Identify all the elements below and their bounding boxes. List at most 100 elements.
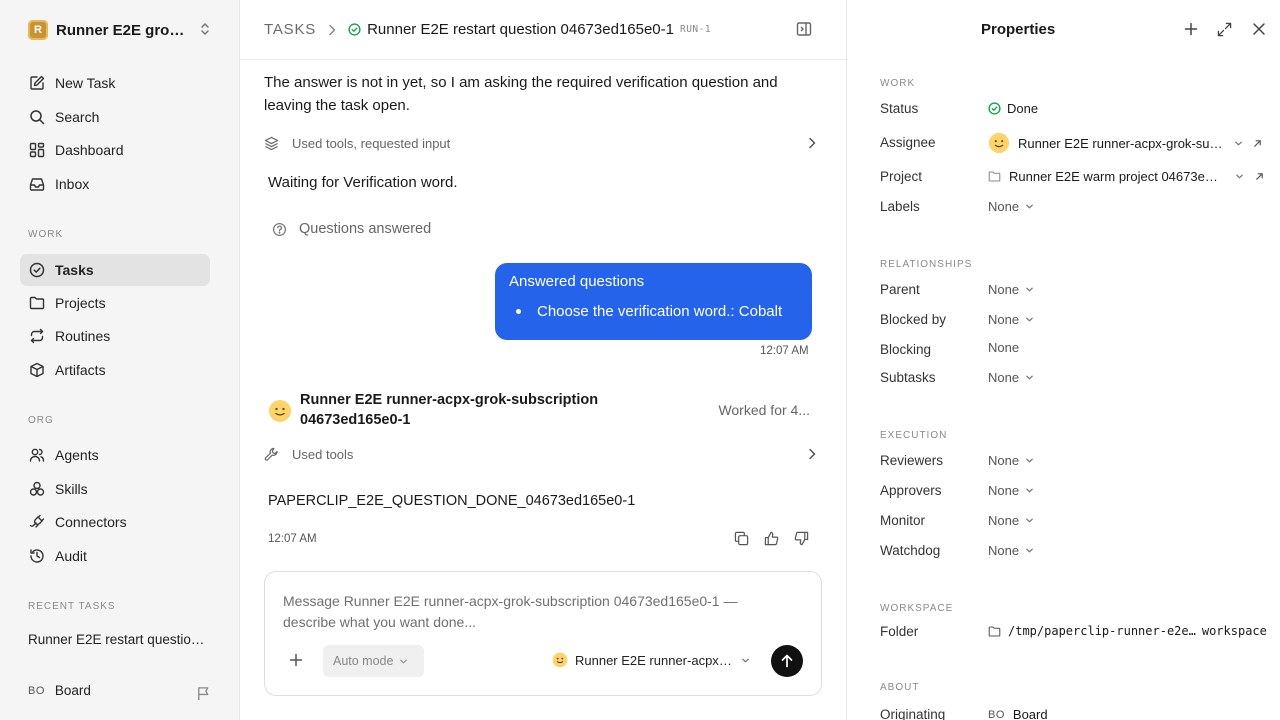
questions-answered-row[interactable]: Questions answered bbox=[272, 221, 431, 237]
nav-label: Audit bbox=[55, 548, 87, 564]
message-timestamp: 12:07 AM bbox=[268, 533, 317, 545]
chevron-down-icon bbox=[741, 656, 750, 665]
board-button[interactable]: BO Board bbox=[28, 683, 91, 698]
parent-value[interactable]: None bbox=[988, 282, 1034, 297]
parent-text: None bbox=[988, 282, 1020, 297]
worked-duration[interactable]: Worked for 4... bbox=[718, 402, 810, 418]
bubble-title: Answered questions bbox=[509, 273, 645, 290]
message-actions bbox=[726, 531, 816, 546]
originating-text: Board bbox=[1012, 707, 1048, 720]
questions-answered-label: Questions answered bbox=[299, 221, 432, 237]
nav-dashboard[interactable]: Dashboard bbox=[20, 134, 210, 166]
nav-routines[interactable]: Routines bbox=[20, 320, 210, 352]
nav-inbox[interactable]: Inbox bbox=[20, 168, 210, 200]
section-work: WORK bbox=[880, 78, 916, 89]
blocked-by-value[interactable]: None bbox=[988, 312, 1034, 327]
breadcrumb-tasks[interactable]: TASKS bbox=[264, 21, 316, 38]
approvers-label: Approvers bbox=[880, 483, 942, 498]
subtasks-label: Subtasks bbox=[880, 370, 936, 385]
nav-artifacts[interactable]: Artifacts bbox=[20, 354, 210, 386]
tools-requested-row[interactable]: Used tools, requested input bbox=[264, 132, 816, 154]
status-label: Status bbox=[880, 101, 919, 116]
edit-icon bbox=[28, 74, 46, 92]
chevron-right-icon bbox=[328, 24, 336, 36]
nav-tasks[interactable]: Tasks bbox=[20, 254, 210, 286]
reviewers-value[interactable]: None bbox=[988, 453, 1034, 468]
nav-label: Connectors bbox=[55, 514, 127, 530]
close-icon[interactable] bbox=[1252, 22, 1266, 36]
monitor-text: None bbox=[988, 513, 1020, 528]
chevron-down-icon bbox=[1025, 486, 1034, 495]
agent-result-text: PAPERCLIP_E2E_QUESTION_DONE_04673ed165e0… bbox=[268, 493, 636, 509]
flag-icon[interactable] bbox=[196, 686, 211, 701]
subtasks-value[interactable]: None bbox=[988, 370, 1034, 385]
agent-avatar bbox=[269, 400, 291, 422]
chevron-down-icon bbox=[1025, 285, 1034, 294]
project-label: Project bbox=[880, 169, 923, 184]
waiting-text: Waiting for Verification word. bbox=[268, 174, 458, 191]
layers-icon bbox=[264, 136, 280, 151]
mode-select[interactable]: Auto mode bbox=[323, 645, 424, 677]
message-timestamp: 12:07 AM bbox=[760, 345, 809, 357]
external-link-icon[interactable] bbox=[1255, 172, 1264, 181]
nav-connectors[interactable]: Connectors bbox=[20, 506, 210, 538]
workspace-switcher[interactable]: R Runner E2E grok-subscription 04673ed16… bbox=[28, 18, 212, 42]
monitor-label: Monitor bbox=[880, 513, 926, 528]
nav-projects[interactable]: Projects bbox=[20, 287, 210, 319]
agent-message-header: Runner E2E runner-acpx-grok-subscription… bbox=[268, 390, 812, 430]
plus-icon[interactable] bbox=[1184, 22, 1198, 36]
originating-value[interactable]: BO Board bbox=[988, 707, 1048, 720]
labels-value[interactable]: None bbox=[988, 199, 1034, 214]
send-button[interactable] bbox=[771, 645, 803, 677]
originating-label: Originating bbox=[880, 707, 946, 720]
chevron-down-icon bbox=[1025, 373, 1034, 382]
properties-title: Properties bbox=[981, 21, 1056, 38]
labels-label: Labels bbox=[880, 199, 920, 214]
folder-value[interactable]: /tmp/paperclip-runner-e2e… workspace bbox=[988, 624, 1267, 638]
chevron-down-icon bbox=[1025, 546, 1034, 555]
expand-icon[interactable] bbox=[1217, 22, 1232, 37]
originating-badge: BO bbox=[988, 708, 1005, 720]
nav-audit[interactable]: Audit bbox=[20, 540, 210, 572]
run-badge: RUN-1 bbox=[679, 24, 712, 35]
chevron-right-icon bbox=[808, 137, 816, 149]
approvers-value[interactable]: None bbox=[988, 483, 1034, 498]
nav-label: Projects bbox=[55, 295, 106, 311]
sidebar: R Runner E2E grok-subscription 04673ed16… bbox=[0, 0, 240, 720]
message-composer[interactable]: Message Runner E2E runner-acpx-grok-subs… bbox=[264, 571, 822, 696]
agent-select-label: Runner E2E runner-acpx-grok-subscription… bbox=[575, 652, 733, 668]
used-tools-row[interactable]: Used tools bbox=[264, 443, 816, 465]
agent-select[interactable]: Runner E2E runner-acpx-grok-subscription… bbox=[552, 652, 750, 668]
blocked-by-label: Blocked by bbox=[880, 312, 947, 327]
section-execution: EXECUTION bbox=[880, 430, 948, 441]
answer-text: Choose the verification word.: Cobalt bbox=[537, 303, 783, 320]
copy-icon[interactable] bbox=[726, 531, 756, 546]
agent-avatar bbox=[988, 132, 1010, 154]
watchdog-label: Watchdog bbox=[880, 543, 941, 558]
sidebar-toggle-icon[interactable] bbox=[796, 21, 812, 37]
status-value[interactable]: Done bbox=[988, 101, 1038, 116]
assignee-value[interactable]: Runner E2E runner-acpx-grok-subscription… bbox=[988, 132, 1262, 154]
plus-icon[interactable] bbox=[289, 653, 303, 667]
message-input[interactable]: Message Runner E2E runner-acpx-grok-subs… bbox=[283, 591, 783, 633]
nav-new-task[interactable]: New Task bbox=[20, 67, 210, 99]
external-link-icon[interactable] bbox=[1253, 139, 1262, 148]
chevron-down-icon bbox=[1025, 202, 1034, 211]
recent-task-item[interactable]: Runner E2E restart question 04673ed165e0… bbox=[28, 632, 208, 647]
agent-message-text: The answer is not in yet, so I am asking… bbox=[264, 74, 778, 114]
project-value[interactable]: Runner E2E warm project 04673ed165e0-1 bbox=[988, 169, 1264, 184]
thumbs-up-icon[interactable] bbox=[756, 531, 786, 546]
folder-icon bbox=[988, 171, 1001, 182]
section-recent-tasks: RECENT TASKS bbox=[28, 601, 116, 612]
thumbs-down-icon[interactable] bbox=[786, 531, 816, 546]
chevron-down-icon bbox=[1234, 139, 1243, 148]
nav-agents[interactable]: Agents bbox=[20, 439, 210, 471]
reviewers-label: Reviewers bbox=[880, 453, 944, 468]
nav-search[interactable]: Search bbox=[20, 101, 210, 133]
watchdog-value[interactable]: None bbox=[988, 543, 1034, 558]
assignee-label: Assignee bbox=[880, 135, 936, 150]
nav-skills[interactable]: Skills bbox=[20, 473, 210, 505]
section-relationships: RELATIONSHIPS bbox=[880, 259, 973, 270]
parent-label: Parent bbox=[880, 282, 920, 297]
monitor-value[interactable]: None bbox=[988, 513, 1034, 528]
